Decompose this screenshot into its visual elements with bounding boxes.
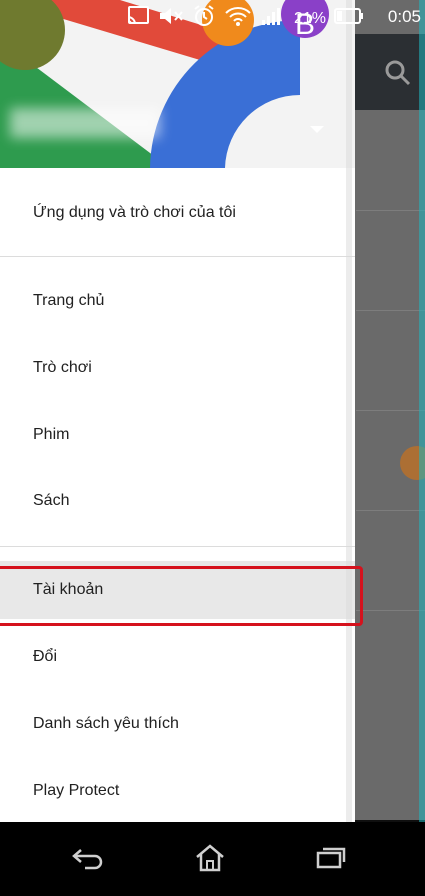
- menu-item-redeem[interactable]: Đổi: [0, 628, 355, 686]
- chevron-down-icon[interactable]: [310, 126, 324, 133]
- menu-item-my-apps[interactable]: Ứng dụng và trò chơi của tôi: [0, 184, 355, 242]
- clock: 0:05: [387, 7, 421, 26]
- background-divider: [356, 610, 425, 611]
- navigation-drawer: B Ứng dụng và trò chơi của tôi Trang chủ…: [0, 0, 355, 822]
- recents-icon[interactable]: [310, 840, 350, 876]
- menu-item-wishlist[interactable]: Danh sách yêu thích: [0, 695, 355, 753]
- battery-icon: [334, 7, 364, 30]
- background-divider: [356, 410, 425, 411]
- drawer-scrollbar[interactable]: [346, 0, 352, 822]
- menu-item-account[interactable]: Tài khoản: [0, 561, 355, 619]
- battery-percent: 21%: [294, 9, 327, 27]
- background-divider: [356, 510, 425, 511]
- alarm-icon: [192, 4, 216, 33]
- wifi-icon: [224, 5, 252, 32]
- menu-item-play-protect[interactable]: Play Protect: [0, 762, 355, 820]
- home-icon[interactable]: [190, 840, 230, 876]
- account-info: [10, 108, 160, 138]
- signal-icon: [260, 5, 286, 32]
- menu-item-movies[interactable]: Phim: [0, 406, 355, 464]
- screen-edge: [419, 0, 425, 896]
- background-divider: [356, 310, 425, 311]
- divider: [0, 256, 355, 257]
- menu-item-games[interactable]: Trò chơi: [0, 339, 355, 397]
- menu-item-home[interactable]: Trang chủ: [0, 272, 355, 330]
- search-icon[interactable]: [383, 58, 413, 88]
- navigation-bar: [0, 822, 425, 896]
- status-bar: 21% 0:05: [0, 0, 425, 34]
- back-icon[interactable]: [68, 840, 108, 876]
- mute-icon: [158, 5, 184, 32]
- divider: [0, 546, 355, 547]
- background-divider: [356, 210, 425, 211]
- cast-icon: [126, 5, 150, 32]
- menu-item-books[interactable]: Sách: [0, 472, 355, 530]
